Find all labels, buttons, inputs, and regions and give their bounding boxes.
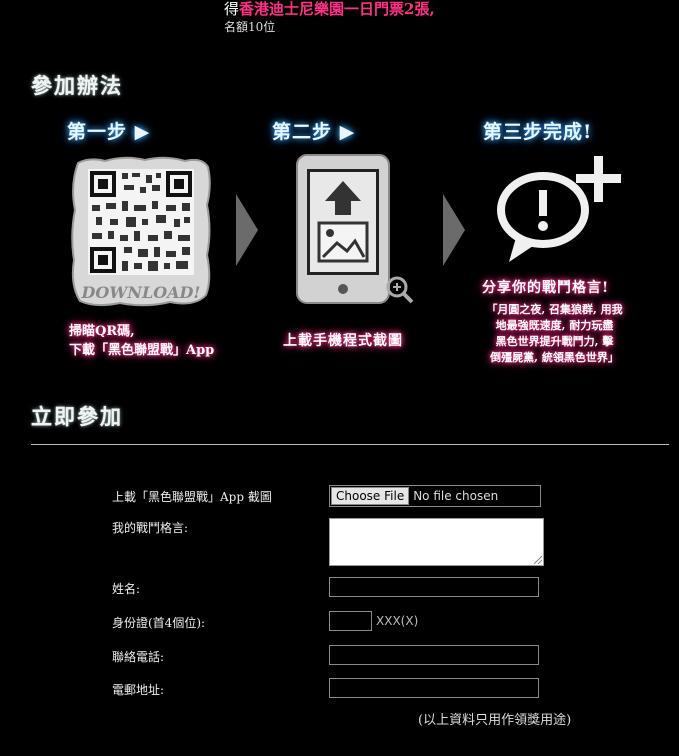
step3-headline: 分享你的戰鬥格言! bbox=[482, 280, 610, 296]
step1-caption: 掃瞄QR碼, 下載「黑色聯盟戰」App bbox=[69, 322, 214, 360]
intro-prefix: 得 bbox=[224, 0, 240, 18]
email-input[interactable] bbox=[329, 678, 539, 698]
step1-caption-line2: 下載「黑色聯盟戰」App bbox=[69, 343, 215, 358]
next-arrow-icon bbox=[236, 194, 258, 266]
step3-title: 第三步完成! bbox=[483, 121, 593, 143]
prize-text: 香港迪士尼樂園一日門票2張, bbox=[239, 0, 435, 18]
name-label: 姓名: bbox=[112, 582, 141, 596]
how-to-title: 參加辦法 bbox=[31, 73, 123, 98]
name-input[interactable] bbox=[329, 577, 539, 597]
phone-upload-icon bbox=[295, 153, 415, 309]
id-hint: XXX(X) bbox=[376, 614, 419, 628]
step2-caption: 上載手機程式截圖 bbox=[283, 333, 403, 349]
email-label: 電郵地址: bbox=[112, 683, 165, 697]
download-label: DOWNLOAD! bbox=[81, 283, 201, 302]
id-input[interactable] bbox=[329, 611, 372, 631]
section-divider bbox=[31, 444, 669, 445]
speech-bubble-plus-icon bbox=[497, 152, 623, 276]
upload-label: 上載「黑色聯盟戰」App 截圖 bbox=[112, 490, 272, 504]
id-label: 身份證(首4個位): bbox=[112, 616, 206, 630]
quote-line: 「月圓之夜, 召集狼群, 用我 bbox=[486, 303, 623, 316]
step3-quote: 「月圓之夜, 召集狼群, 用我 地最強既速度, 耐力玩盡 黑色世界提升戰鬥力, … bbox=[482, 302, 627, 366]
screenshot-file-input[interactable]: Choose File No file chosen bbox=[329, 485, 541, 507]
quote-line: 黑色世界提升戰鬥力, 擊 bbox=[495, 335, 614, 348]
qr-code-icon: DOWNLOAD! bbox=[70, 155, 212, 314]
join-title: 立即參加 bbox=[31, 404, 123, 429]
privacy-note: (以上資料只用作領獎用途) bbox=[418, 713, 572, 728]
motto-label: 我的戰鬥格言: bbox=[112, 521, 189, 535]
step1-title: 第一步 ▶ bbox=[67, 121, 151, 143]
resize-handle-icon[interactable] bbox=[534, 556, 542, 564]
intro-text: 得香港迪士尼樂園一日門票2張, 名額10位 bbox=[224, 0, 435, 36]
phone-label: 聯絡電話: bbox=[112, 650, 165, 664]
quote-line: 倒殭屍黨, 統領黑色世界」 bbox=[490, 351, 619, 364]
step1-caption-line1: 掃瞄QR碼, bbox=[69, 324, 135, 339]
choose-file-button[interactable]: Choose File bbox=[331, 487, 410, 505]
phone-input[interactable] bbox=[329, 645, 539, 665]
next-arrow-icon bbox=[443, 194, 465, 266]
quote-line: 地最強既速度, 耐力玩盡 bbox=[495, 319, 614, 332]
motto-textarea[interactable] bbox=[329, 518, 544, 566]
step2-title: 第二步 ▶ bbox=[272, 121, 356, 143]
quota-text: 名額10位 bbox=[224, 20, 276, 34]
file-status: No file chosen bbox=[413, 489, 499, 503]
